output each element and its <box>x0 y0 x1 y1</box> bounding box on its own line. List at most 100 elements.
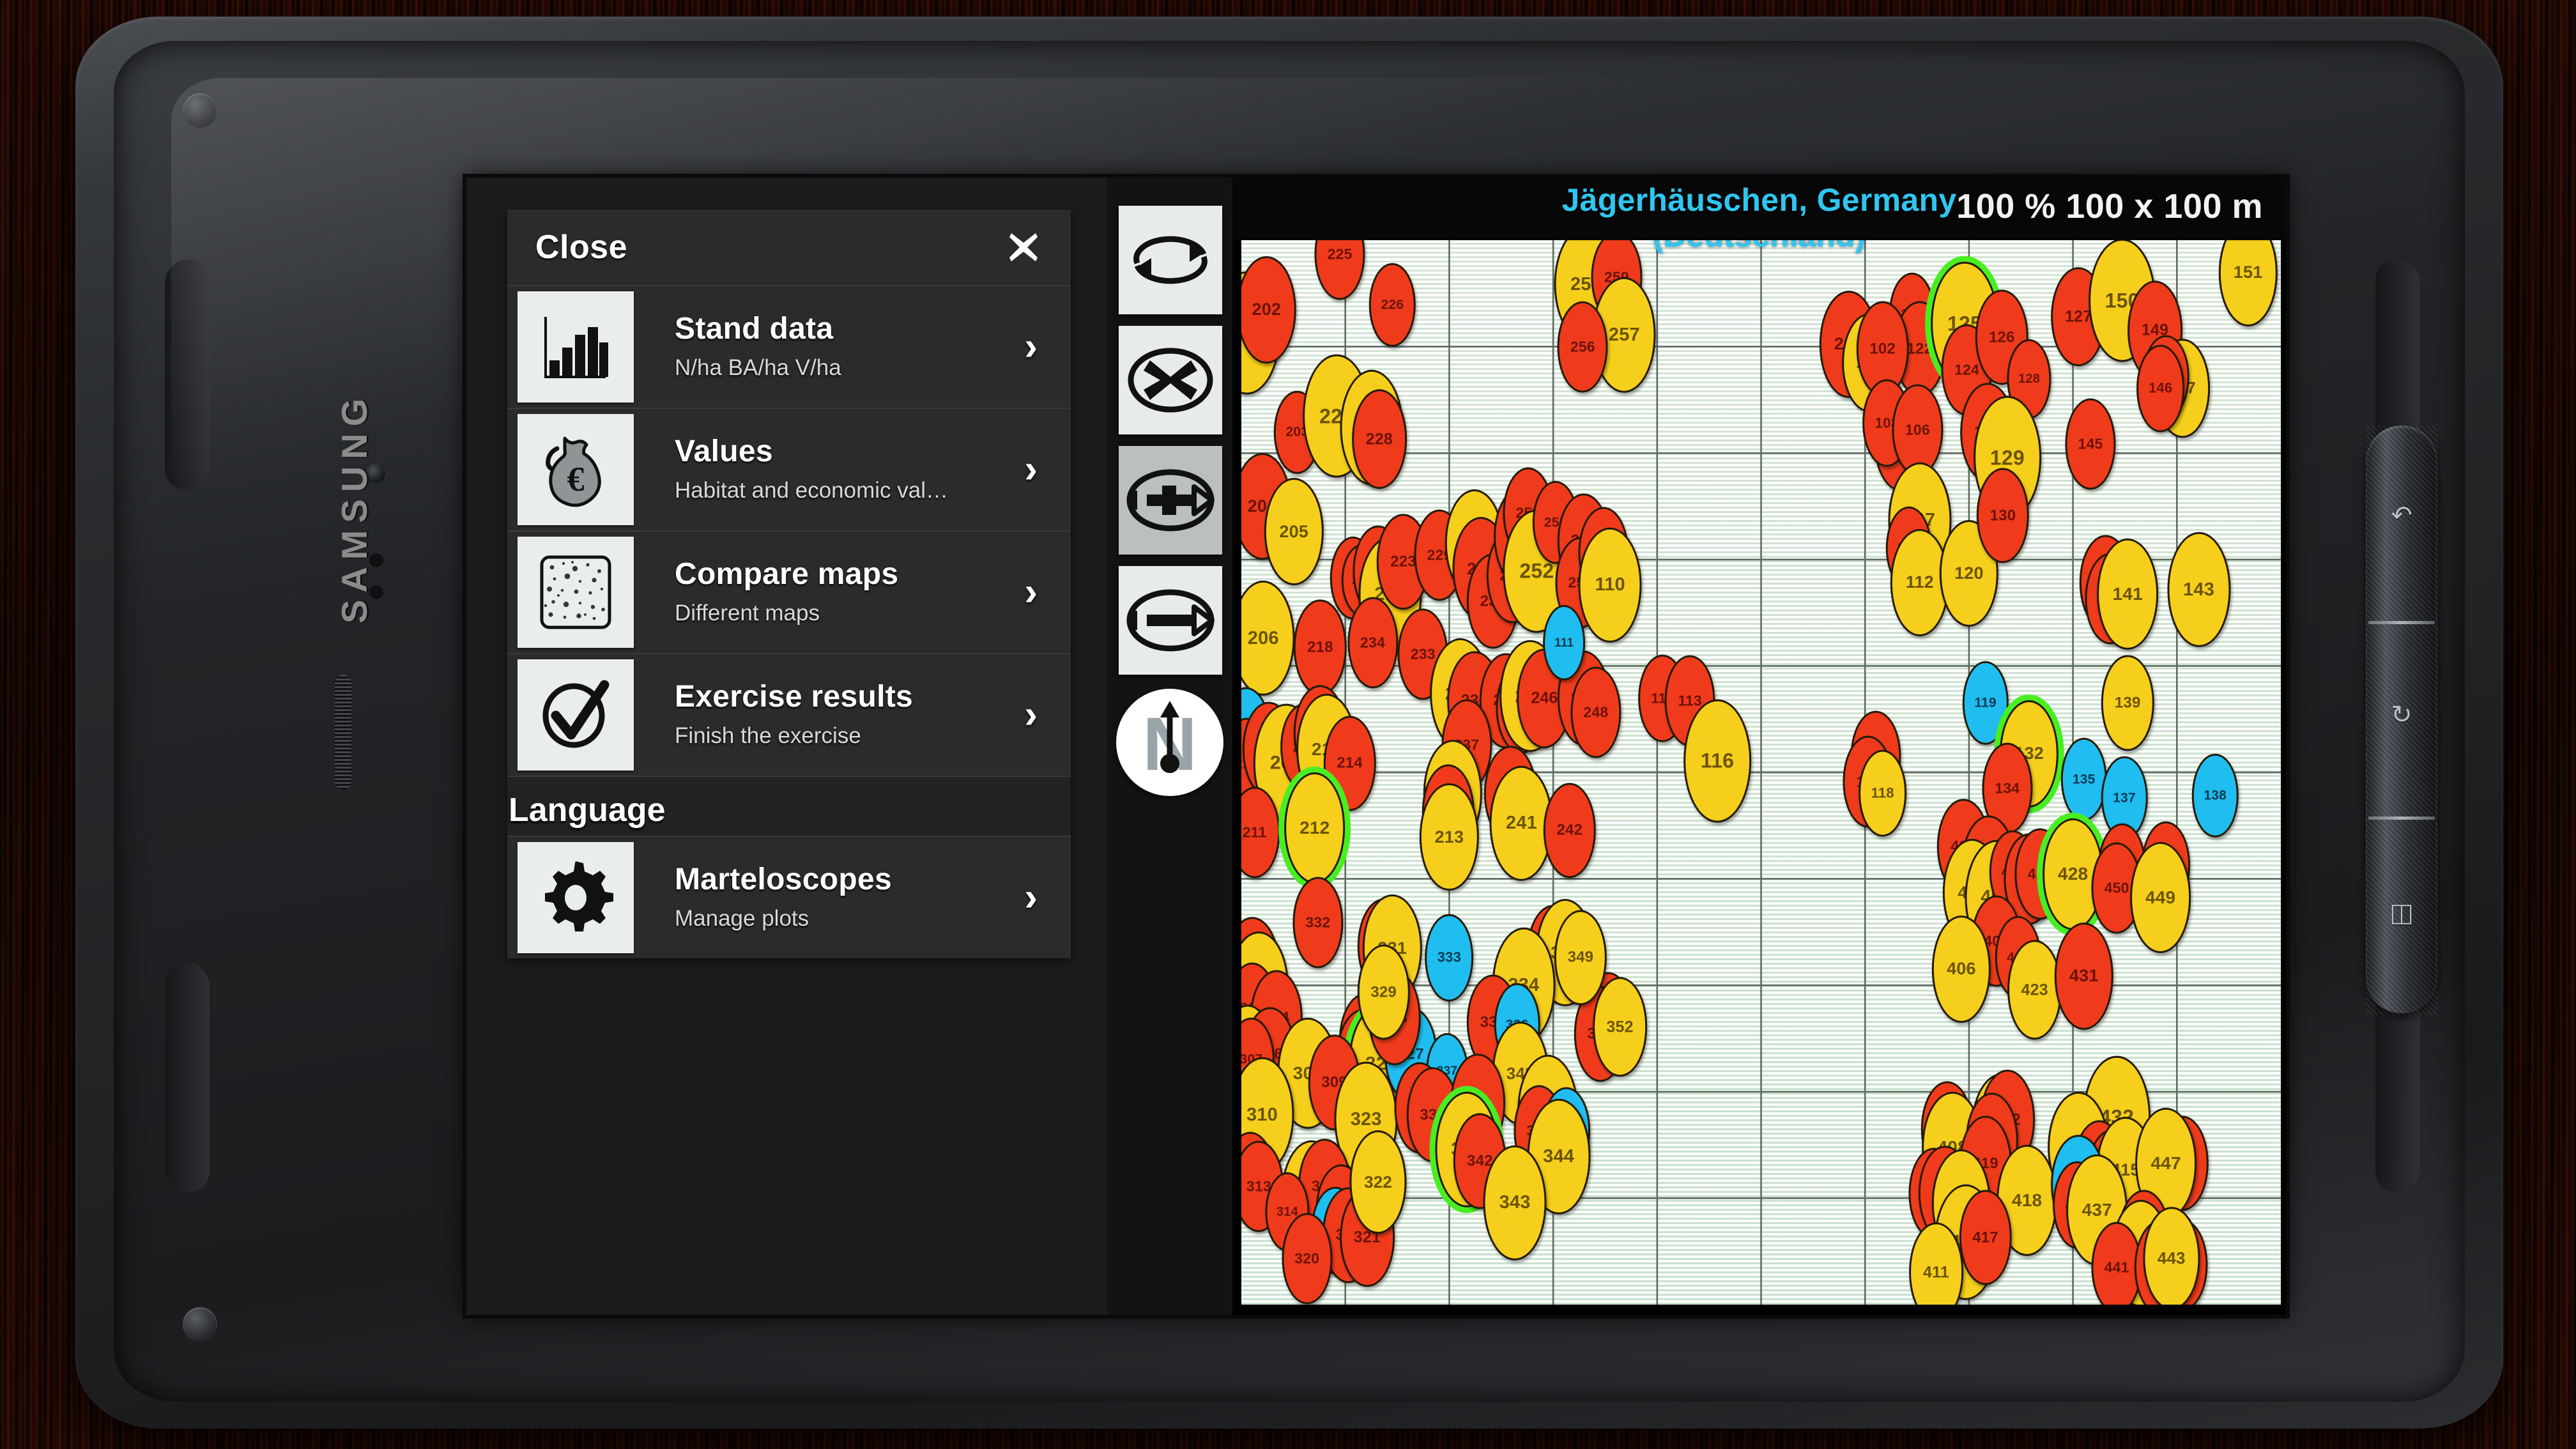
refresh-rotate-button[interactable] <box>1119 206 1222 314</box>
tree-id-label: 329 <box>1370 983 1397 1001</box>
menu-item-title: Stand data <box>675 311 834 346</box>
map-toolbar: N <box>1107 178 1232 1315</box>
tree-marker[interactable]: 135 <box>2060 737 2107 822</box>
money-bag-euro-icon: € <box>518 414 634 525</box>
tree-marker[interactable]: 110 <box>1578 527 1642 643</box>
tree-marker[interactable]: 242 <box>1543 782 1596 878</box>
tree-marker[interactable]: 449 <box>2129 841 2191 953</box>
menu-item-compare-maps[interactable]: Compare maps Different maps › <box>507 530 1071 653</box>
tree-id-label: 248 <box>1583 703 1609 721</box>
tree-marker[interactable]: 212 <box>1284 772 1346 884</box>
tree-id-label: 146 <box>2148 379 2173 396</box>
tree-id-label: 124 <box>1954 361 1979 378</box>
tree-id-label: 342 <box>1467 1152 1493 1170</box>
tree-id-label: 106 <box>1905 421 1930 438</box>
menu-item-subtitle: N/ha BA/ha V/ha <box>675 355 841 381</box>
tree-id-label: 241 <box>1505 813 1537 834</box>
section-header-label: Language <box>509 792 666 829</box>
tree-id-label: 206 <box>1247 627 1279 648</box>
tree-id-label: 322 <box>1364 1172 1393 1192</box>
tree-map-canvas[interactable]: 2012022252262582592572561511231221251241… <box>1241 240 2281 1305</box>
navigation-drawer: Close Stand data N/ha BA/ha V/ha › € Val… <box>466 178 1107 1315</box>
close-label: Close <box>535 229 628 266</box>
tree-id-label: 310 <box>1246 1104 1278 1125</box>
chevron-right-icon: › <box>1024 447 1038 491</box>
tree-marker[interactable]: 205 <box>1264 478 1324 586</box>
tree-id-label: 214 <box>1337 754 1363 772</box>
recents-icon: ◫ <box>2389 899 2414 927</box>
compass-north-icon: N <box>1122 694 1218 790</box>
tree-marker[interactable]: 118 <box>1858 749 1907 837</box>
tree-marker[interactable]: 343 <box>1483 1145 1547 1261</box>
tree-id-label: 314 <box>1276 1205 1298 1220</box>
back-arrow-icon: ↶ <box>2391 502 2412 530</box>
tree-marker[interactable]: 228 <box>1351 389 1407 489</box>
tree-id-label: 252 <box>1519 559 1554 583</box>
tree-marker[interactable]: 352 <box>1592 977 1648 1077</box>
menu-item-title: Exercise results <box>675 679 914 714</box>
tree-id-label: 202 <box>1252 300 1282 319</box>
tree-id-label: 128 <box>2018 372 2041 387</box>
tree-marker[interactable]: 146 <box>2136 344 2185 433</box>
menu-item-text: Values Habitat and economic val… <box>634 409 1071 530</box>
tree-marker[interactable]: 213 <box>1420 783 1479 891</box>
plus-oval-icon <box>1123 460 1218 540</box>
svg-text:€: € <box>567 460 585 498</box>
tree-marker[interactable]: 333 <box>1425 914 1474 1002</box>
tree-id-label: 234 <box>1360 634 1385 651</box>
tree-id-label: 447 <box>2150 1153 2181 1174</box>
tree-marker[interactable]: 234 <box>1347 597 1399 689</box>
tree-marker[interactable]: 320 <box>1282 1213 1333 1305</box>
tree-marker[interactable]: 406 <box>1931 915 1991 1023</box>
menu-item-text: Stand data N/ha BA/ha V/ha <box>634 286 1071 408</box>
tree-id-label: 141 <box>2112 584 2143 604</box>
tree-id-label: 205 <box>1279 521 1309 541</box>
tree-marker[interactable]: 111 <box>1543 605 1586 681</box>
tree-marker[interactable]: 431 <box>2054 922 2113 1030</box>
tree-marker[interactable]: 256 <box>1557 301 1608 393</box>
tree-marker[interactable]: 423 <box>2007 940 2062 1040</box>
tree-marker[interactable]: 329 <box>1357 944 1410 1040</box>
map-header-bar: Jägerhäuschen, Germany 100 % 100 x 100 m <box>1232 178 2286 240</box>
zoom-in-button[interactable] <box>1119 446 1222 555</box>
north-orientation-button[interactable]: N <box>1116 689 1223 796</box>
tree-id-label: 119 <box>1974 695 1997 710</box>
close-x-icon[interactable] <box>1006 229 1041 265</box>
menu-item-stand-data[interactable]: Stand data N/ha BA/ha V/ha › <box>507 285 1071 408</box>
tree-marker[interactable]: 322 <box>1349 1130 1407 1234</box>
tree-id-label: 437 <box>2082 1199 2112 1220</box>
tree-marker[interactable]: 116 <box>1683 699 1751 823</box>
tree-marker[interactable]: 141 <box>2097 539 2159 650</box>
menu-item-values[interactable]: € Values Habitat and economic val… › <box>507 408 1071 530</box>
tree-id-label: 320 <box>1294 1250 1320 1267</box>
tree-marker[interactable]: 145 <box>2065 398 2116 490</box>
drawer-header: Close <box>507 210 1071 285</box>
tree-marker[interactable]: 248 <box>1570 666 1621 758</box>
tree-marker[interactable]: 417 <box>1959 1190 2012 1285</box>
tree-id-label: 406 <box>1947 959 1976 979</box>
tree-id-label: 223 <box>1390 553 1416 571</box>
tree-id-label: 213 <box>1434 827 1464 847</box>
tree-marker[interactable]: 130 <box>1976 468 2030 564</box>
tree-id-label: 344 <box>1543 1146 1575 1167</box>
menu-item-marteloscopes[interactable]: Marteloscopes Manage plots › <box>507 836 1071 958</box>
cancel-button[interactable] <box>1119 326 1222 434</box>
case-grip-left-bottom <box>165 960 210 1194</box>
tree-marker[interactable]: 138 <box>2192 753 2239 838</box>
tree-id-label: 129 <box>1989 446 2025 470</box>
tree-marker[interactable]: 226 <box>1369 263 1416 347</box>
tree-id-label: 343 <box>1499 1192 1531 1213</box>
tree-marker[interactable]: 443 <box>2143 1206 2200 1305</box>
tree-marker[interactable]: 143 <box>2167 532 2231 648</box>
tree-id-label: 110 <box>1595 574 1625 595</box>
zoom-out-button[interactable] <box>1119 566 1222 675</box>
tree-marker[interactable]: 218 <box>1294 599 1347 696</box>
tree-marker[interactable]: 106 <box>1892 384 1943 476</box>
tree-id-label: 449 <box>2145 887 2176 907</box>
tree-marker[interactable]: 349 <box>1554 910 1607 1006</box>
tree-id-label: 246 <box>1531 689 1558 707</box>
tree-marker[interactable]: 139 <box>2101 655 2154 751</box>
menu-item-exercise-results[interactable]: Exercise results Finish the exercise › <box>507 653 1071 776</box>
tree-marker[interactable]: 332 <box>1292 877 1344 969</box>
tree-id-label: 228 <box>1365 429 1393 448</box>
